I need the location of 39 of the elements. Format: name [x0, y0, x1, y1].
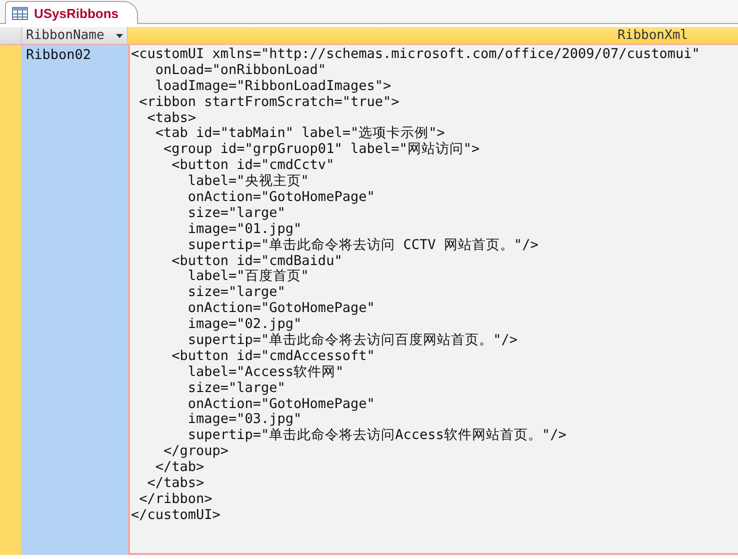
code-line: onLoad="onRibbonLoad"	[154, 62, 328, 79]
code-line: <button id="cmdAccessoft"	[170, 348, 376, 365]
code-line: </tabs>	[146, 476, 206, 492]
column-header[interactable]: RibbonXml	[128, 27, 738, 45]
code-line: image="01.jpg"	[186, 222, 303, 238]
code-line: <customUI xmlns="http://schemas.microsoft.com/office/2009/07/customui"	[131, 47, 701, 63]
code-line: <tab id="tabMain" label="选项卡示例">	[154, 126, 446, 142]
memo-cell[interactable]	[128, 45, 738, 555]
code-line: label="百度首页"	[186, 269, 310, 286]
code-line: onAction="GotoHomePage"	[186, 396, 376, 412]
code-line: </group>	[162, 444, 230, 460]
code-line: </customUI>	[131, 508, 222, 524]
code-line: <group id="grpGruop01" label="网站访问">	[162, 142, 481, 158]
document-tab[interactable]: USysRibbons	[5, 1, 138, 24]
code-line: <button id="cmdCctv"	[170, 158, 336, 174]
code-line: image="02.jpg"	[186, 317, 303, 332]
column-label: RibbonXml	[618, 28, 688, 43]
code-line: supertip="单击此命令将去访问Access软件网站首页。"/>	[186, 428, 568, 444]
code-line: loadImage="RibbonLoadImages">	[154, 78, 392, 95]
table-icon	[12, 6, 28, 20]
code-line: <tabs>	[146, 110, 198, 126]
dropdown-arrow-icon[interactable]	[116, 34, 123, 38]
code-line: </ribbon>	[138, 492, 214, 508]
code-line: label="Access软件网"	[186, 364, 345, 381]
code-line: supertip="单击此命令将去访问百度网站首页。"/>	[186, 333, 519, 349]
code-line: size="large"	[186, 206, 286, 222]
column-header[interactable]: RibbonName	[22, 27, 128, 45]
code-line: supertip="单击此命令将去访问 CCTV 网站首页。"/>	[186, 238, 540, 254]
code-line: size="large"	[186, 380, 286, 397]
code-line: label="央视主页"	[186, 174, 310, 190]
column-label: RibbonName	[26, 28, 104, 43]
code-line: <ribbon startFromScratch="true">	[138, 94, 400, 111]
code-line: <button id="cmdBaidu"	[170, 254, 344, 269]
code-line: image="03.jpg"	[186, 412, 303, 428]
code-line: size="large"	[186, 285, 286, 302]
code-line: </tab>	[154, 460, 206, 476]
code-line: onAction="GotoHomePage"	[186, 190, 376, 206]
table-cell[interactable]: Ribbon02	[22, 45, 128, 555]
code-line: onAction="GotoHomePage"	[186, 301, 376, 318]
